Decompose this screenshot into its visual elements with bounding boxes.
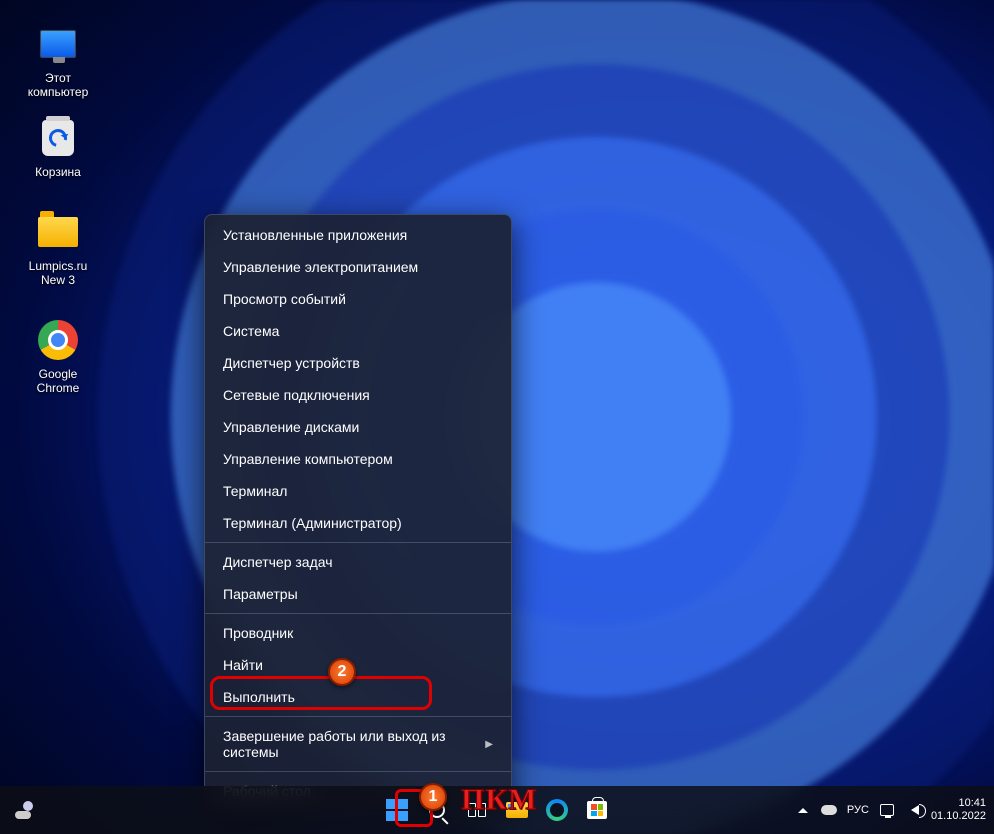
tray-clock[interactable]: 10:41 01.10.2022 <box>931 797 986 823</box>
annotation-callout-2: 2 <box>328 658 356 686</box>
icon-label: Корзина <box>18 165 98 179</box>
menu-item-computer-management[interactable]: Управление компьютером <box>205 443 511 475</box>
menu-item-search[interactable]: Найти <box>205 649 511 681</box>
desktop[interactable]: Этоткомпьютер Корзина Lumpics.ruNew 3 Go… <box>0 0 994 834</box>
windows-logo-icon <box>386 799 408 821</box>
tray-language-button[interactable]: РУС <box>847 802 869 818</box>
taskbar-edge-button[interactable] <box>539 792 575 828</box>
chrome-icon <box>36 318 80 362</box>
folder-icon <box>36 210 80 254</box>
recycle-bin-icon <box>36 116 80 160</box>
menu-item-task-manager[interactable]: Диспетчер задач <box>205 546 511 578</box>
menu-separator <box>205 613 511 614</box>
menu-item-network-connections[interactable]: Сетевые подключения <box>205 379 511 411</box>
chevron-up-icon <box>798 803 808 813</box>
menu-item-file-explorer[interactable]: Проводник <box>205 617 511 649</box>
network-icon <box>880 804 894 816</box>
chevron-right-icon: ▶ <box>485 739 493 750</box>
icon-label: GoogleChrome <box>18 367 98 395</box>
taskbar-store-button[interactable] <box>579 792 615 828</box>
menu-separator <box>205 542 511 543</box>
annotation-rmb-label: ПКМ <box>461 783 537 817</box>
tray-volume-button[interactable] <box>905 802 921 818</box>
monitor-icon <box>36 22 80 66</box>
icon-label: Этоткомпьютер <box>18 71 98 99</box>
menu-item-settings[interactable]: Параметры <box>205 578 511 610</box>
menu-item-run[interactable]: Выполнить <box>205 681 511 713</box>
taskbar-widgets-button[interactable] <box>6 792 42 828</box>
edge-icon <box>546 799 568 821</box>
weather-icon <box>13 799 35 821</box>
desktop-icon-chrome[interactable]: GoogleChrome <box>18 318 98 395</box>
desktop-icon-folder[interactable]: Lumpics.ruNew 3 <box>18 210 98 287</box>
tray-network-button[interactable] <box>879 802 895 818</box>
annotation-callout-1: 1 <box>419 783 447 811</box>
menu-item-shutdown-signout[interactable]: Завершение работы или выход из системы▶ <box>205 720 511 768</box>
clock-date: 01.10.2022 <box>931 810 986 823</box>
cloud-icon <box>821 805 837 815</box>
menu-item-power-options[interactable]: Управление электропитанием <box>205 251 511 283</box>
tray-onedrive-button[interactable] <box>821 802 837 818</box>
menu-separator <box>205 771 511 772</box>
start-button[interactable] <box>379 792 415 828</box>
menu-item-terminal[interactable]: Терминал <box>205 475 511 507</box>
menu-item-terminal-admin[interactable]: Терминал (Администратор) <box>205 507 511 539</box>
menu-item-disk-management[interactable]: Управление дисками <box>205 411 511 443</box>
desktop-icon-recycle-bin[interactable]: Корзина <box>18 116 98 179</box>
tray-overflow-button[interactable] <box>795 802 811 818</box>
menu-item-event-viewer[interactable]: Просмотр событий <box>205 283 511 315</box>
menu-item-system[interactable]: Система <box>205 315 511 347</box>
icon-label: Lumpics.ruNew 3 <box>18 259 98 287</box>
clock-time: 10:41 <box>931 797 986 810</box>
store-icon <box>587 801 607 819</box>
desktop-icon-this-pc[interactable]: Этоткомпьютер <box>18 22 98 99</box>
speaker-icon <box>906 805 919 815</box>
menu-item-device-manager[interactable]: Диспетчер устройств <box>205 347 511 379</box>
menu-item-installed-apps[interactable]: Установленные приложения <box>205 219 511 251</box>
start-context-menu: Установленные приложения Управление элек… <box>204 214 512 812</box>
menu-separator <box>205 716 511 717</box>
